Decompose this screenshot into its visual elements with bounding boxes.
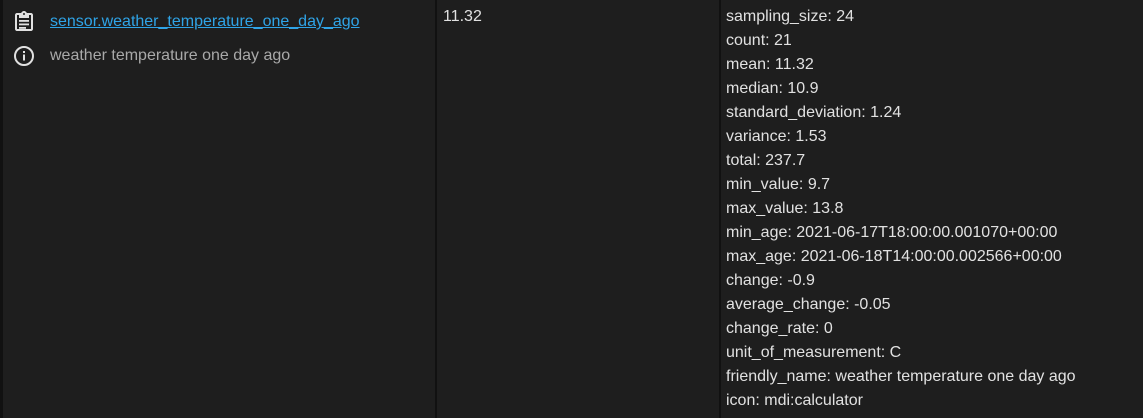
attribute-list: sampling_size: 24 count: 21 mean: 11.32 … <box>726 5 1076 413</box>
attribute-item: change_rate: 0 <box>726 320 833 337</box>
attribute-item: min_age: 2021-06-17T18:00:00.001070+00:0… <box>726 224 1058 241</box>
attribute-item: change: -0.9 <box>726 272 815 289</box>
attribute-item: friendly_name: weather temperature one d… <box>726 368 1076 385</box>
attribute-item: unit_of_measurement: C <box>726 344 902 361</box>
attribute-item: max_age: 2021-06-18T14:00:00.002566+00:0… <box>726 248 1062 265</box>
entity-cell: sensor.weather_temperature_one_day_ago w… <box>0 0 437 418</box>
clipboard-copy-icon[interactable] <box>12 10 36 34</box>
state-cell: 11.32 <box>437 0 721 418</box>
attribute-item: standard_deviation: 1.24 <box>726 104 902 121</box>
attribute-item: min_value: 9.7 <box>726 176 831 193</box>
information-outline-icon[interactable] <box>12 44 36 68</box>
entity-id-line: sensor.weather_temperature_one_day_ago <box>12 10 360 34</box>
attribute-item: count: 21 <box>726 32 792 49</box>
state-value: 11.32 <box>443 8 482 25</box>
attribute-item: max_value: 13.8 <box>726 200 844 217</box>
entity-friendly-name: weather temperature one day ago <box>50 47 291 64</box>
attribute-item: variance: 1.53 <box>726 128 827 145</box>
attribute-item: median: 10.9 <box>726 80 819 97</box>
entity-table-row: sensor.weather_temperature_one_day_ago w… <box>0 0 1143 418</box>
attribute-item: sampling_size: 24 <box>726 8 855 25</box>
entity-id-link[interactable]: sensor.weather_temperature_one_day_ago <box>50 13 360 31</box>
attribute-item: mean: 11.32 <box>726 56 814 73</box>
attribute-item: icon: mdi:calculator <box>726 392 863 409</box>
attribute-item: total: 237.7 <box>726 152 806 169</box>
attribute-item: average_change: -0.05 <box>726 296 891 313</box>
friendly-name-line: weather temperature one day ago <box>12 44 290 68</box>
attributes-cell: sampling_size: 24 count: 21 mean: 11.32 … <box>721 0 1143 418</box>
